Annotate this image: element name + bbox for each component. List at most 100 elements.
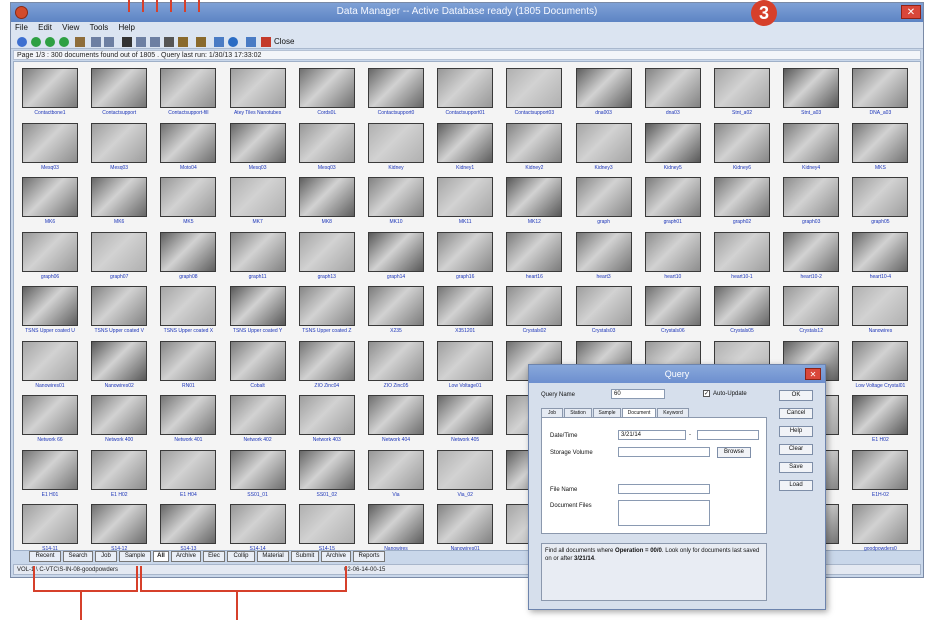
menu-edit[interactable]: Edit (34, 22, 56, 33)
document-thumbnail[interactable] (160, 122, 217, 163)
document-thumbnail[interactable] (437, 340, 494, 381)
thumbnail-caption[interactable]: TSNS Upper coated V (86, 328, 152, 334)
thumbnail-caption[interactable]: graph06 (17, 274, 83, 280)
document-thumbnail[interactable] (368, 122, 424, 163)
thumbnail-caption[interactable]: Crystals05 (709, 328, 775, 334)
document-thumbnail[interactable] (506, 122, 563, 163)
document-thumbnail[interactable] (852, 231, 909, 272)
thumbnail-caption[interactable]: Crystals06 (640, 328, 706, 334)
thumbnail-caption[interactable]: Contactsupport01 (432, 110, 498, 116)
table-view-icon[interactable] (150, 37, 160, 47)
print-icon[interactable] (178, 37, 188, 47)
thumbnail-caption[interactable]: graph02 (709, 219, 775, 225)
bottom-tab-search[interactable]: Search (63, 551, 93, 562)
bottom-tab-collip[interactable]: Collip (227, 551, 255, 562)
query-dialog-title[interactable]: Query (529, 365, 825, 383)
bottom-tab-recent[interactable]: Recent (29, 551, 61, 562)
thumbnail-caption[interactable]: Crystals12 (778, 328, 844, 334)
thumbnail-caption[interactable]: MK5 (155, 219, 221, 225)
document-thumbnail[interactable] (852, 68, 909, 108)
thumbnail-caption[interactable]: Network 402 (225, 437, 291, 443)
thumbnail-caption[interactable]: Kidney6 (709, 165, 775, 171)
document-thumbnail[interactable] (22, 395, 78, 435)
document-thumbnail[interactable] (229, 395, 286, 435)
thumbnail-caption[interactable]: TSNS Upper coated Z (294, 328, 360, 334)
thumbnail-caption[interactable]: Network 400 (86, 437, 152, 443)
document-thumbnail[interactable] (368, 286, 424, 326)
thumbnail-caption[interactable]: Nanowires02 (86, 383, 152, 389)
document-thumbnail[interactable] (91, 286, 148, 326)
document-thumbnail[interactable] (852, 395, 909, 435)
thumbnail-caption[interactable]: Stnt_a02 (709, 110, 775, 116)
document-thumbnail[interactable] (852, 122, 909, 163)
bottom-tab-archive[interactable]: Archive (321, 551, 351, 562)
thumbnail-caption[interactable]: MK8 (294, 219, 360, 225)
document-thumbnail[interactable] (229, 68, 286, 108)
query-cancel-button[interactable]: Cancel (779, 408, 813, 419)
document-thumbnail[interactable] (575, 231, 632, 272)
thumbnail-caption[interactable]: MK6 (17, 219, 83, 225)
document-thumbnail[interactable] (229, 177, 286, 217)
document-thumbnail[interactable] (22, 68, 78, 108)
thumbnail-caption[interactable]: X235 (363, 328, 429, 334)
bottom-tab-job[interactable]: Job (95, 551, 117, 562)
query-ok-button[interactable]: OK (779, 390, 813, 401)
document-thumbnail[interactable] (91, 340, 148, 381)
thumbnail-caption[interactable]: X351201 (432, 328, 498, 334)
thumbnail-caption[interactable]: MKS (847, 165, 913, 171)
thumbnail-caption[interactable]: Network 404 (363, 437, 429, 443)
query-save-button[interactable]: Save (779, 462, 813, 473)
document-thumbnail[interactable] (298, 395, 355, 435)
thumbnail-caption[interactable]: heart3 (571, 274, 637, 280)
upload-icon[interactable] (164, 37, 174, 47)
document-thumbnail[interactable] (368, 449, 424, 490)
document-thumbnail[interactable] (368, 504, 424, 544)
document-thumbnail[interactable] (575, 122, 632, 163)
document-thumbnail[interactable] (91, 504, 148, 544)
document-thumbnail[interactable] (22, 177, 78, 217)
document-thumbnail[interactable] (714, 68, 770, 108)
thumbnail-caption[interactable]: Mesq03 (17, 165, 83, 171)
info-icon[interactable] (228, 37, 238, 47)
document-thumbnail[interactable] (575, 177, 632, 217)
thumbnail-caption[interactable]: MK7 (225, 219, 291, 225)
thumbnail-caption[interactable]: TSNS Upper coated X (155, 328, 221, 334)
document-thumbnail[interactable] (714, 177, 770, 217)
thumbnail-caption[interactable]: Cobalt (225, 383, 291, 389)
document-thumbnail[interactable] (229, 122, 286, 163)
document-thumbnail[interactable] (644, 231, 701, 272)
bottom-tab-reports[interactable]: Reports (353, 551, 385, 562)
bottom-tab-archive[interactable]: Archive (171, 551, 201, 562)
document-thumbnail[interactable] (298, 231, 355, 272)
document-thumbnail[interactable] (229, 504, 286, 544)
thumbnail-caption[interactable]: Contactsupport (86, 110, 152, 116)
document-thumbnail[interactable] (783, 231, 840, 272)
document-thumbnail[interactable] (22, 340, 78, 381)
thumbnail-caption[interactable]: Kidney3 (571, 165, 637, 171)
thumbnail-caption[interactable]: MK6 (86, 219, 152, 225)
document-thumbnail[interactable] (91, 122, 148, 163)
document-thumbnail[interactable] (437, 231, 494, 272)
thumbnail-caption[interactable]: graph03 (778, 219, 844, 225)
document-thumbnail[interactable] (91, 449, 148, 490)
document-thumbnail[interactable] (160, 449, 217, 490)
thumbnail-caption[interactable]: graph05 (847, 219, 913, 225)
document-thumbnail[interactable] (298, 449, 355, 490)
thumbnail-caption[interactable]: Network 401 (155, 437, 221, 443)
thumbnail-caption[interactable]: Cords0L (294, 110, 360, 116)
grid-view-icon[interactable] (91, 37, 101, 47)
document-thumbnail[interactable] (160, 68, 217, 108)
thumbnail-caption[interactable]: graph01 (640, 219, 706, 225)
thumbnail-caption[interactable]: Contactsupport03 (501, 110, 567, 116)
document-thumbnail[interactable] (783, 286, 840, 326)
bottom-tab-elec[interactable]: Elec (203, 551, 225, 562)
document-thumbnail[interactable] (852, 286, 909, 326)
thumbnail-caption[interactable]: heart10-2 (778, 274, 844, 280)
document-thumbnail[interactable] (714, 286, 770, 326)
bottom-tab-sample[interactable]: Sample (119, 551, 151, 562)
nav-go-icon[interactable] (31, 37, 41, 47)
thumbnail-caption[interactable]: Contactsupport-fill (155, 110, 221, 116)
thumbnail-caption[interactable]: heart16 (501, 274, 567, 280)
menu-tools[interactable]: Tools (86, 22, 113, 33)
thumbnail-caption[interactable]: E1 H04 (155, 492, 221, 498)
